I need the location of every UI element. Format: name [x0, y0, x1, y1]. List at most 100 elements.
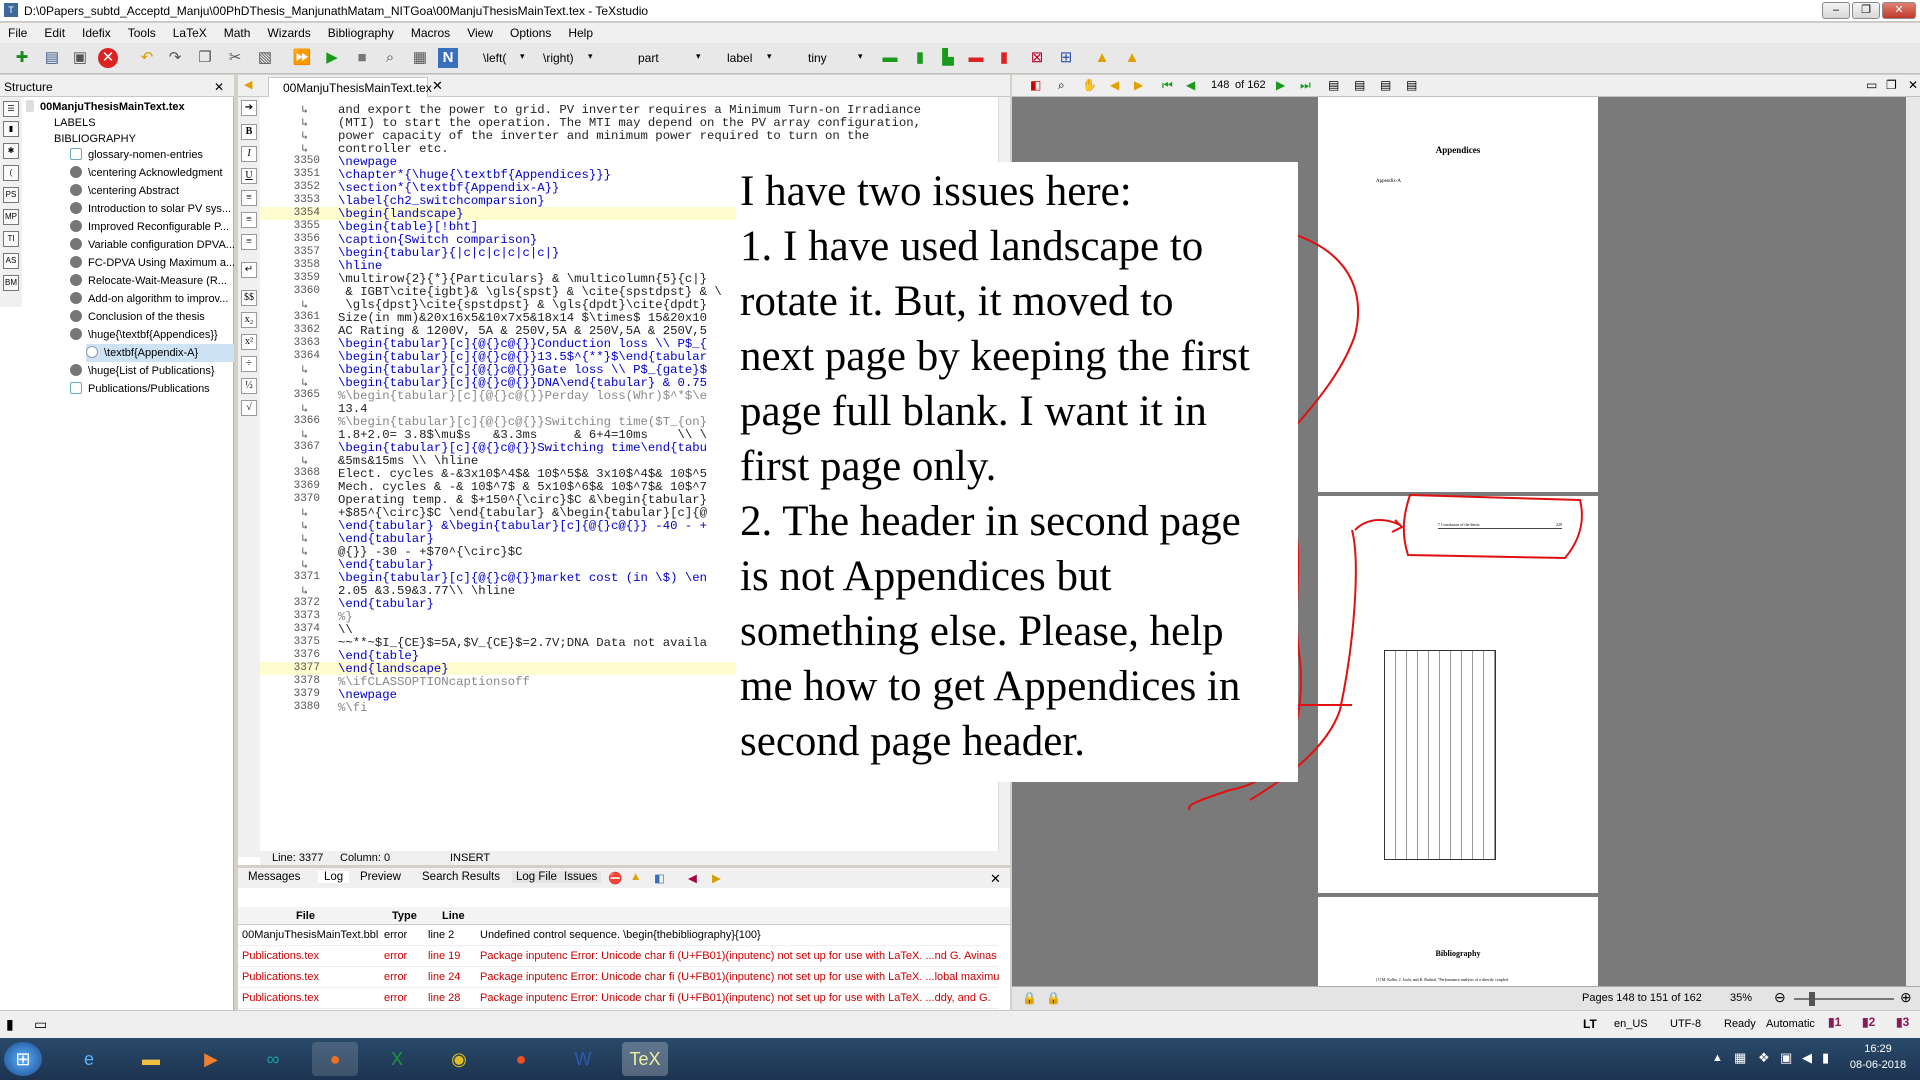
open-file-icon[interactable]: ▤ [42, 48, 62, 68]
code-line[interactable]: ↳ power capacity of the inverter and mini… [260, 129, 998, 143]
errors-filter-icon[interactable]: ⛔ [608, 871, 622, 885]
tab-issues[interactable]: Issues [560, 871, 602, 883]
align-center-icon[interactable]: ≡ [241, 212, 257, 228]
tikz-icon[interactable]: TI [3, 231, 19, 247]
tree-item-appendix-a[interactable]: \textbf{Appendix-A} [86, 344, 234, 362]
chrome-icon[interactable]: ◉ [436, 1042, 482, 1076]
spell-language[interactable]: en_US [1614, 1018, 1648, 1030]
lock2-icon[interactable]: 🔒 [1046, 991, 1061, 1005]
menu-file[interactable]: File [0, 23, 36, 40]
pdf-page-150[interactable]: Bibliography [1] M. Kolbe, J. Joshi, and… [1318, 897, 1598, 986]
arrow-right-icon[interactable]: ➔ [241, 100, 257, 116]
stop-icon[interactable]: ■ [352, 48, 372, 68]
paste-icon[interactable]: ▧ [255, 48, 275, 68]
close-file-icon[interactable]: ✕ [98, 48, 118, 68]
undo-icon[interactable]: ↶ [137, 48, 157, 68]
menu-idefix[interactable]: Idefix [74, 23, 120, 40]
next-error-icon[interactable]: ▶ [712, 871, 721, 885]
network-icon[interactable]: ▦ [1734, 1050, 1746, 1066]
start-button[interactable]: ⊞ [4, 1042, 42, 1076]
left-delim-dropdown-icon[interactable]: ▾ [520, 51, 525, 62]
remove-column-icon[interactable]: ▮ [994, 48, 1014, 68]
minimize-button[interactable]: – [1822, 2, 1850, 19]
menu-macros[interactable]: Macros [403, 23, 459, 40]
remove-row-icon[interactable]: ▬ [966, 48, 986, 68]
pdf-sync-icon[interactable]: ◧ [1030, 78, 1041, 92]
tray-arrow-icon[interactable]: ▲ [1712, 1052, 1723, 1064]
close-messages-icon[interactable]: ✕ [990, 871, 1001, 887]
ref-dropdown-icon[interactable]: ▾ [767, 51, 772, 62]
zoom-in-icon[interactable]: ⊕ [1900, 989, 1912, 1006]
prev-error-icon[interactable]: ◀ [688, 871, 697, 885]
size-select[interactable]: tiny [808, 51, 827, 65]
size-dropdown-icon[interactable]: ▾ [858, 51, 863, 62]
warning-next-icon[interactable]: ▲ [1122, 48, 1142, 68]
fraction-icon[interactable]: ÷ [241, 356, 257, 372]
message-row[interactable]: Publications.tex error line 19 Package inpu… [238, 946, 998, 967]
log-icon[interactable]: ▦ [410, 48, 430, 68]
tab-log-file[interactable]: Log File [512, 871, 561, 883]
warning-icon[interactable]: ▲ [1092, 48, 1112, 68]
bookmark-1-icon[interactable]: ▮1 [1828, 1015, 1841, 1029]
insert-green-bar-icon[interactable]: ▮ [910, 48, 930, 68]
close-structure-icon[interactable]: ✕ [214, 80, 224, 94]
texstudio-taskbar-icon[interactable]: TeX [622, 1042, 668, 1076]
math-icon[interactable]: $$ [241, 290, 257, 306]
pdf-grid-icon[interactable]: ▤ [1406, 78, 1417, 92]
media-player-icon[interactable]: ▶ [188, 1042, 234, 1076]
firefox-icon[interactable]: ● [312, 1042, 358, 1076]
menu-latex[interactable]: LaTeX [165, 23, 216, 40]
arduino-icon[interactable]: ∞ [250, 1042, 296, 1076]
copy-icon[interactable]: ❐ [195, 48, 215, 68]
pdf-minimize-icon[interactable]: ▭ [1866, 78, 1877, 92]
toggle-structure-icon[interactable]: ▮ [6, 1016, 14, 1033]
tab-log[interactable]: Log [318, 871, 350, 883]
pdf-first-page-icon[interactable]: ⏮ [1162, 78, 1173, 93]
brackets-icon[interactable]: ( [3, 165, 19, 181]
pdf-zoom-level[interactable]: 35% [1730, 992, 1752, 1004]
zoom-slider-thumb[interactable] [1809, 992, 1815, 1006]
menu-help[interactable]: Help [560, 23, 602, 40]
compile-icon[interactable]: ▶ [322, 48, 342, 68]
word-icon[interactable]: W [560, 1042, 606, 1076]
nomenclature-icon[interactable]: N [438, 48, 458, 68]
menu-edit[interactable]: Edit [36, 23, 74, 40]
close-window-button[interactable]: ✕ [1882, 2, 1916, 19]
insert-green-icon[interactable]: ▬ [880, 48, 900, 68]
save-icon[interactable]: ▣ [70, 48, 90, 68]
pdf-last-page-icon[interactable]: ⏭ [1300, 78, 1311, 93]
sectioning-dropdown-icon[interactable]: ▾ [696, 51, 701, 62]
ie-icon[interactable]: e [66, 1042, 112, 1076]
code-line[interactable]: ↳ controller etc. [260, 142, 998, 156]
pstricks-icon[interactable]: PS [3, 187, 19, 203]
pdf-back-icon[interactable]: ◀ [1110, 78, 1119, 92]
pdf-continuous-icon[interactable]: ▤ [1380, 78, 1391, 92]
expand-arrow-icon[interactable] [26, 100, 34, 112]
bookmark-3-icon[interactable]: ▮3 [1896, 1015, 1909, 1029]
excel-icon[interactable]: X [374, 1042, 420, 1076]
clock-date[interactable]: 08-06-2018 [1848, 1059, 1908, 1071]
left-delim-select[interactable]: \left( [483, 51, 506, 65]
menu-options[interactable]: Options [502, 23, 560, 40]
newline-icon[interactable]: ↵ [241, 262, 257, 278]
symbols-icon[interactable]: ✱ [3, 143, 19, 159]
clock-time[interactable]: 16:29 [1848, 1043, 1908, 1055]
code-line[interactable]: ↳ (MTI) to start the operation. The MTI m… [260, 116, 998, 130]
message-row[interactable]: 00ManjuThesisMainText.bbl error line 2 Unde… [238, 925, 998, 946]
menu-view[interactable]: View [459, 23, 502, 40]
mode-status[interactable]: Automatic [1766, 1018, 1815, 1030]
bookmark-2-icon[interactable]: ▮2 [1862, 1015, 1875, 1029]
pdf-scrollbar[interactable] [1906, 97, 1920, 986]
right-delim-select[interactable]: \right) [543, 51, 574, 65]
zoom-out-icon[interactable]: ⊖ [1774, 989, 1786, 1006]
ref-select[interactable]: label [727, 51, 752, 65]
align-right-icon[interactable]: ≡ [241, 234, 257, 250]
pdf-forward-icon[interactable]: ▶ [1134, 78, 1143, 92]
warnings-filter-icon[interactable]: ▲ [630, 871, 641, 883]
table-tools-icon[interactable]: ⊞ [1056, 48, 1076, 68]
new-file-icon[interactable]: ✚ [12, 48, 32, 68]
pdf-zoom-icon[interactable]: ⌕ [1058, 78, 1065, 93]
build-view-icon[interactable]: ⏩ [292, 48, 312, 68]
maximize-button[interactable]: ❐ [1852, 2, 1880, 19]
pdf-page-149[interactable]: 7 Conclusion of the thesis 229 [1318, 496, 1598, 893]
